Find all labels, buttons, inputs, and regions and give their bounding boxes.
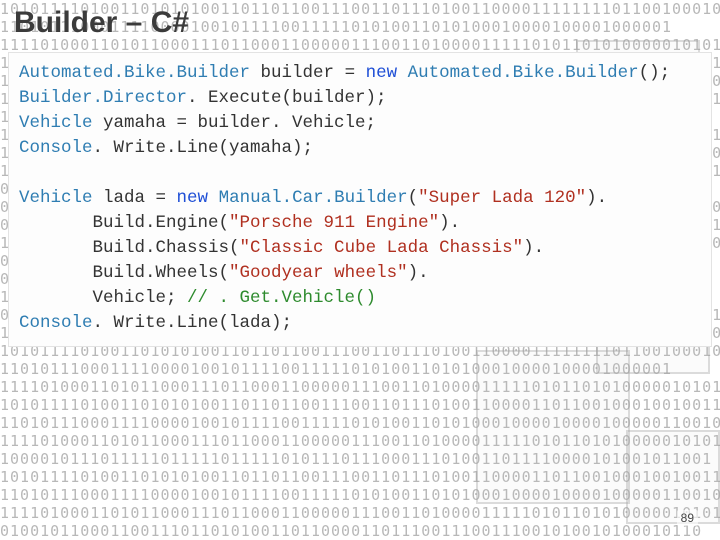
- code-token: ();: [639, 63, 671, 83]
- code-token: ).: [523, 238, 544, 258]
- slide-title: Builder – C#: [14, 6, 189, 40]
- code-token: lada =: [93, 188, 177, 208]
- code-indent: [19, 263, 93, 283]
- code-indent: [19, 238, 93, 258]
- code-token: Builder.Director: [19, 88, 187, 108]
- code-token: . Execute(builder);: [187, 88, 387, 108]
- code-token: builder: [250, 63, 345, 83]
- code-token: [397, 63, 408, 83]
- code-token: (: [408, 188, 419, 208]
- code-token: "Super Lada 120": [418, 188, 586, 208]
- code-token: Automated.Bike.Builder: [19, 63, 250, 83]
- code-indent: [19, 213, 93, 233]
- code-token: . Write.Line(yamaha);: [93, 138, 314, 158]
- code-token: Vehicle;: [93, 288, 188, 308]
- code-token: "Goodyear wheels": [229, 263, 408, 283]
- code-indent: [19, 288, 93, 308]
- code-token: Build.Chassis(: [93, 238, 240, 258]
- code-token: Vehicle: [19, 113, 93, 133]
- code-token: Build.Engine(: [93, 213, 230, 233]
- code-token: . Write.Line(lada);: [93, 313, 293, 333]
- code-token: ).: [408, 263, 429, 283]
- code-token: Automated.Bike.Builder: [408, 63, 639, 83]
- code-token: Console: [19, 313, 93, 333]
- code-token: Vehicle: [19, 188, 93, 208]
- code-token: yamaha = builder. Vehicle;: [93, 113, 377, 133]
- code-token: [208, 188, 219, 208]
- code-token: Manual.Car.Builder: [219, 188, 408, 208]
- code-token: ).: [586, 188, 607, 208]
- code-token: "Porsche 911 Engine": [229, 213, 439, 233]
- code-token: Build.Wheels(: [93, 263, 230, 283]
- code-token: "Classic Cube Lada Chassis": [240, 238, 524, 258]
- code-token: new: [177, 188, 209, 208]
- code-token: // . Get.Vehicle(): [187, 288, 376, 308]
- code-token: new: [366, 63, 398, 83]
- code-token: =: [345, 63, 366, 83]
- code-token: Console: [19, 138, 93, 158]
- code-token: ).: [439, 213, 460, 233]
- page-number: 89: [677, 510, 698, 526]
- code-block: Automated.Bike.Builder builder = new Aut…: [8, 52, 712, 347]
